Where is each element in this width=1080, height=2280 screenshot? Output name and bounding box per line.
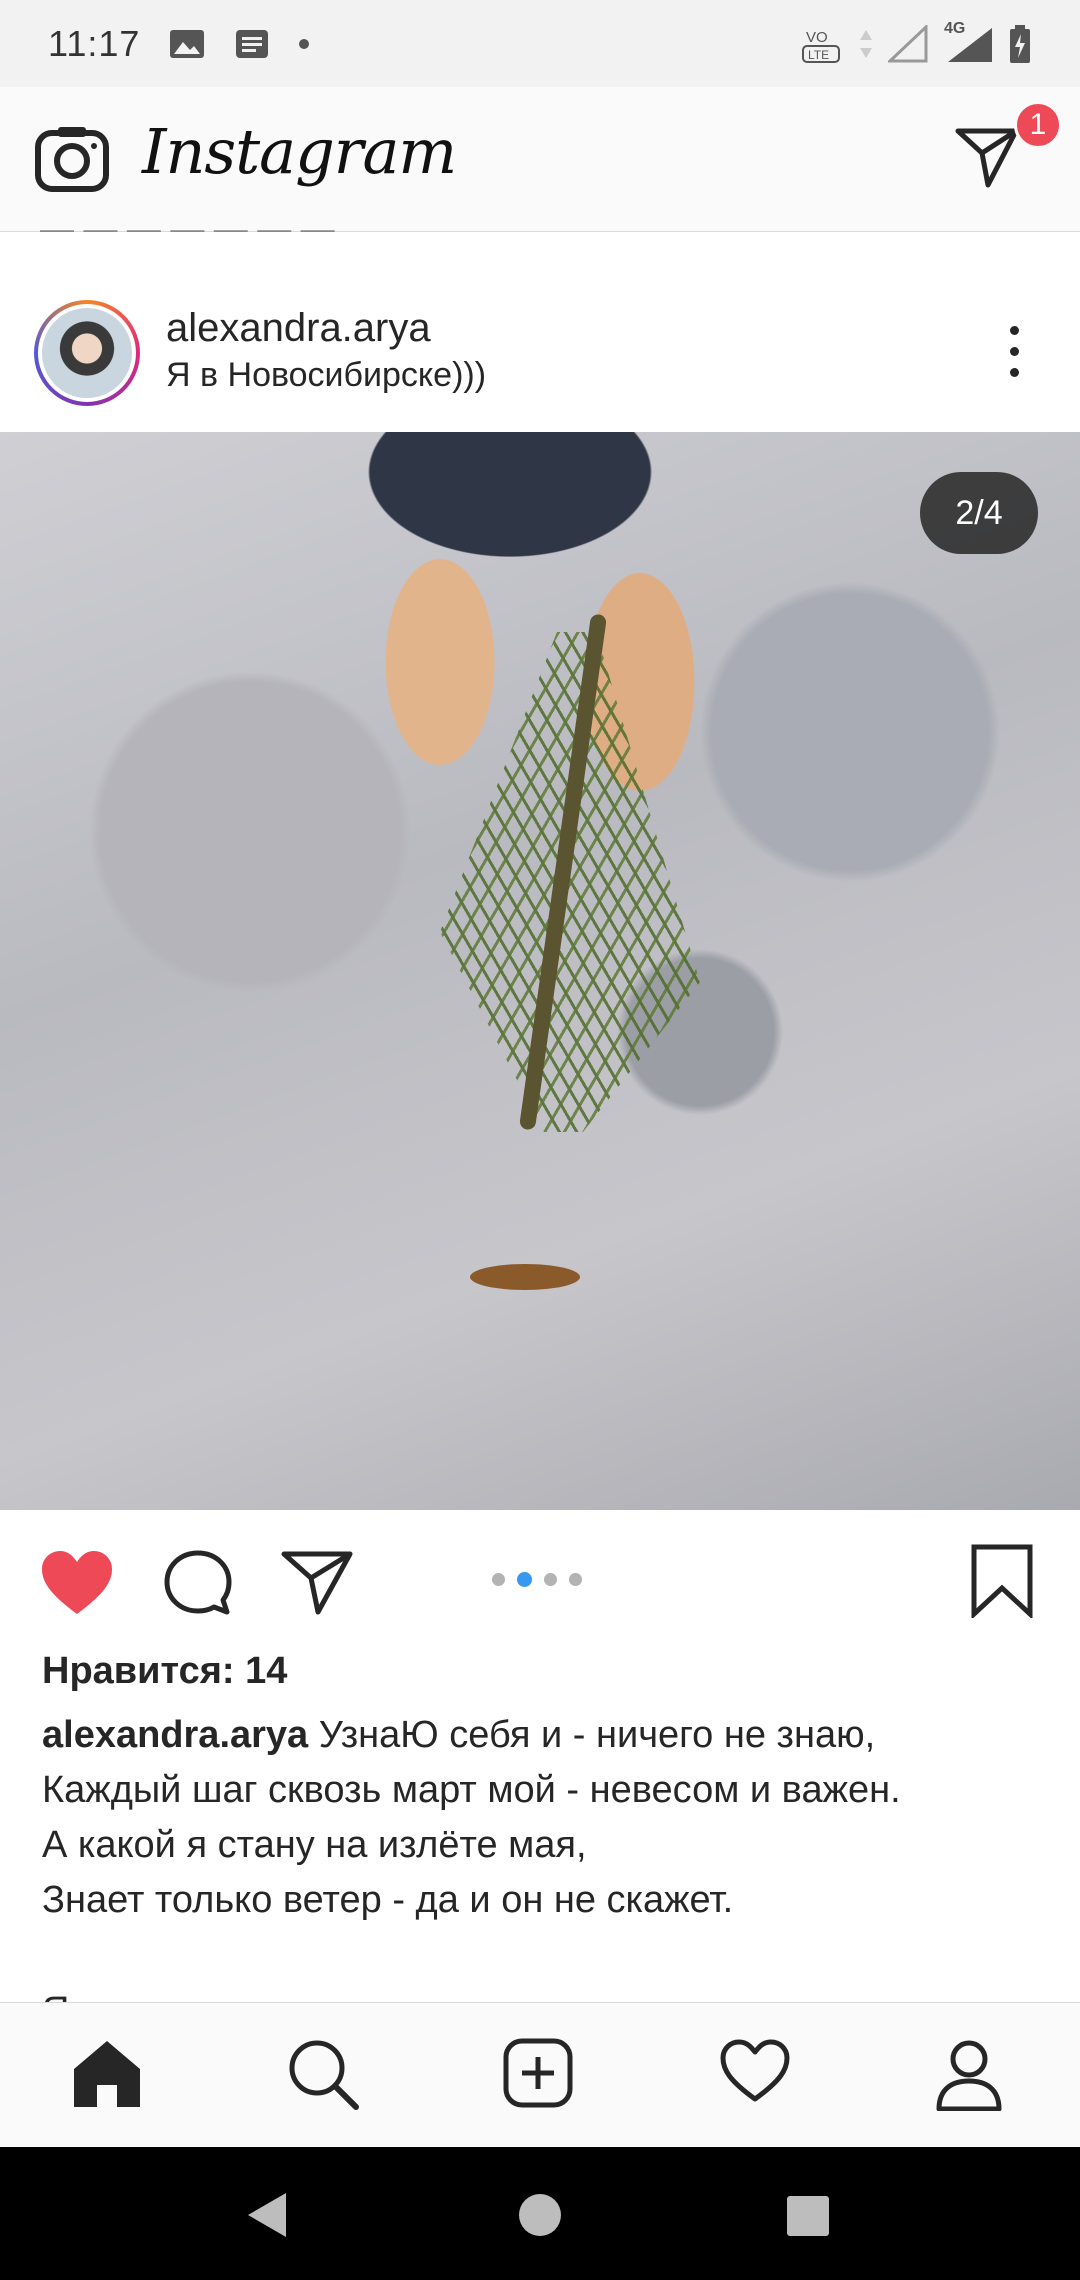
data-arrows-icon — [860, 29, 872, 58]
previous-post-cut-text: — — — — — — — — [40, 210, 335, 232]
share-icon — [281, 1551, 353, 1615]
more-dot-icon — [1010, 326, 1019, 335]
more-notifications-dot-icon — [299, 38, 310, 49]
post-header: alexandra.arya Я в Новосибирске))) — [0, 290, 1080, 432]
status-time: 11:17 — [48, 22, 141, 64]
direct-messages-button[interactable] — [954, 125, 1020, 194]
tab-profile[interactable] — [934, 2037, 1004, 2116]
post-photo[interactable]: 2/4 — [0, 432, 1080, 1510]
comment-button[interactable] — [162, 1548, 234, 1623]
home-icon — [74, 2041, 140, 2107]
heart-filled-icon — [42, 1551, 112, 1614]
comment-icon — [164, 1550, 232, 1615]
bookmark-icon — [971, 1544, 1033, 1620]
carousel-dot — [492, 1573, 505, 1586]
more-dot-icon — [1010, 347, 1019, 356]
carousel-dot — [544, 1573, 557, 1586]
spruce-branch — [440, 632, 700, 1132]
caption-text: УзнаЮ себя и - ничего не знаю, — [318, 1714, 876, 1756]
signal-empty-icon — [888, 24, 928, 62]
status-bar: 11:17 VO LTE 4G — [0, 0, 1080, 87]
back-icon[interactable] — [246, 2191, 290, 2239]
system-navigation-bar — [0, 2147, 1080, 2280]
avatar[interactable] — [34, 300, 140, 406]
caption-line: alexandra.arya УзнаЮ себя и - ничего не … — [42, 1708, 1042, 1763]
gallery-notification-icon — [170, 29, 205, 58]
caption-username[interactable]: alexandra.arya — [42, 1714, 308, 1756]
tab-add-post[interactable] — [502, 2037, 574, 2114]
search-icon — [289, 2040, 359, 2110]
camera-icon — [35, 127, 109, 192]
carousel-counter: 2/4 — [920, 472, 1038, 554]
carousel-dot-active — [517, 1572, 532, 1587]
recents-icon[interactable] — [786, 2195, 830, 2237]
message-notification-icon — [236, 29, 269, 58]
signal-strength-icon — [948, 27, 992, 62]
carousel-indicator — [492, 1572, 582, 1587]
more-options-button[interactable] — [1010, 326, 1024, 377]
caption-line: А какой я стану на излёте мая, — [42, 1824, 587, 1866]
activity-heart-icon — [720, 2039, 790, 2102]
caption-line: Знает только ветер - да и он не скажет. — [42, 1879, 734, 1921]
avatar-image — [38, 304, 136, 402]
battery-charging-icon — [1010, 24, 1030, 63]
instagram-logo[interactable]: Instagram — [142, 115, 457, 188]
tab-home[interactable] — [70, 2037, 144, 2114]
direct-message-icon — [955, 128, 1019, 188]
dm-unread-badge: 1 — [1014, 101, 1062, 149]
likes-count[interactable]: Нравится: 14 — [42, 1650, 287, 1693]
svg-text:LTE: LTE — [808, 48, 829, 62]
volte-icon: VO LTE — [802, 29, 840, 63]
camera-button[interactable] — [34, 123, 110, 198]
pine-cone — [470, 1264, 580, 1290]
like-button[interactable] — [38, 1548, 116, 1623]
svg-text:VO: VO — [806, 29, 828, 46]
caption-line: Каждый шаг сквозь март мой - невесом и в… — [42, 1769, 901, 1811]
post-actions — [0, 1510, 1080, 1660]
carousel-dot — [569, 1573, 582, 1586]
home-circle-icon[interactable] — [518, 2193, 562, 2237]
profile-icon — [936, 2040, 1002, 2112]
share-button[interactable] — [280, 1548, 354, 1621]
tab-search[interactable] — [286, 2037, 360, 2116]
post-caption: alexandra.arya УзнаЮ себя и - ничего не … — [42, 1708, 1042, 1928]
tab-activity[interactable] — [718, 2037, 792, 2110]
post-location[interactable]: Я в Новосибирске))) — [166, 356, 486, 395]
post-username[interactable]: alexandra.arya — [166, 306, 431, 351]
add-post-icon — [503, 2038, 573, 2108]
bottom-tab-bar — [0, 2002, 1080, 2147]
more-dot-icon — [1010, 368, 1019, 377]
bookmark-button[interactable] — [970, 1544, 1034, 1623]
